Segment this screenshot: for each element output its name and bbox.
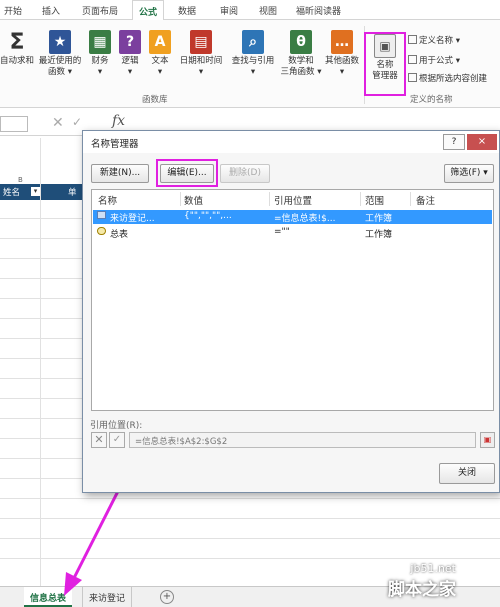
- row-name: 总表: [110, 230, 129, 240]
- row-scope: 工作簿: [365, 214, 393, 224]
- delete-name-button[interactable]: 删除(D): [220, 164, 270, 183]
- column-header-ref[interactable]: 引用位置: [274, 193, 312, 207]
- list-row[interactable]: 来访登记... {"","","",... =信息总表!$... 工作簿: [93, 210, 492, 224]
- refers-to-input[interactable]: =信息总表!$A$2:$G$2: [129, 432, 476, 448]
- watermark-url: jb51.net: [410, 562, 456, 575]
- close-button[interactable]: 关闭: [439, 463, 495, 484]
- range-name-icon: [97, 211, 106, 219]
- edit-button-highlight: [156, 159, 218, 187]
- new-name-button[interactable]: 新建(N)...: [91, 164, 149, 183]
- dialog-title: 名称管理器: [83, 131, 499, 153]
- row-ref: =信息总表!$...: [274, 214, 336, 224]
- column-header-scope[interactable]: 范围: [365, 193, 384, 207]
- list-row[interactable]: 总表 ="" 工作簿: [93, 226, 492, 240]
- cancel-edit-icon[interactable]: ✕: [91, 432, 107, 448]
- row-scope: 工作簿: [365, 230, 393, 240]
- collapse-dialog-icon[interactable]: ▣: [480, 432, 495, 448]
- column-header-value[interactable]: 数值: [184, 193, 203, 207]
- help-button[interactable]: ?: [443, 134, 465, 150]
- row-name: 来访登记...: [110, 214, 155, 224]
- column-header-name[interactable]: 名称: [98, 193, 117, 207]
- name-manager-dialog: 名称管理器 ? × 新建(N)... 编辑(E)... 删除(D) 筛选(F) …: [82, 130, 500, 493]
- row-value: {"","","",...: [184, 211, 232, 221]
- confirm-edit-icon[interactable]: ✓: [109, 432, 125, 448]
- table-name-icon: [97, 227, 106, 235]
- row-ref: ="": [274, 227, 290, 237]
- watermark-site: 脚本之家: [388, 580, 456, 600]
- close-icon[interactable]: ×: [467, 134, 497, 150]
- filter-button[interactable]: 筛选(F) ▾: [444, 164, 494, 183]
- column-header-note[interactable]: 备注: [416, 193, 435, 207]
- refers-to-label: 引用位置(R):: [90, 421, 143, 431]
- watermark: jb51.net 脚本之家: [388, 562, 456, 600]
- names-list[interactable]: 名称 数值 引用位置 范围 备注 来访登记... {"","","",... =…: [91, 189, 494, 411]
